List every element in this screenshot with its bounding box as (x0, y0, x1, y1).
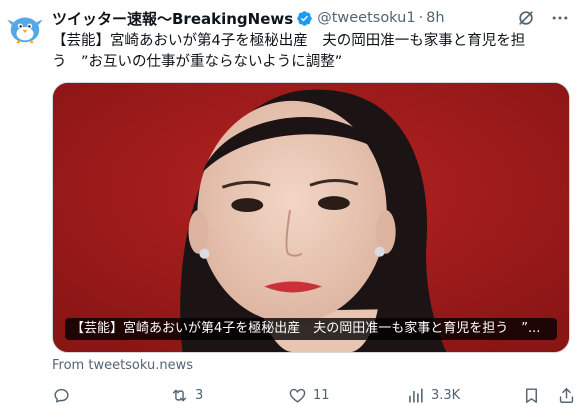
share-icon (559, 388, 574, 403)
blue-bird-avatar-icon (6, 8, 44, 46)
header-separator: · (418, 10, 424, 26)
media-caption: 【芸能】宮崎あおいが第4子を極秘出産 夫の岡田准一も家事と育児を担う ”... (65, 318, 557, 340)
share-button[interactable] (557, 386, 576, 405)
repost-button[interactable]: 3 (170, 386, 203, 405)
views-button[interactable]: 3.3K (406, 386, 460, 405)
bookmark-icon (526, 388, 537, 403)
like-button[interactable]: 11 (288, 386, 330, 405)
avatar[interactable] (6, 8, 44, 46)
verified-badge-icon[interactable] (296, 10, 313, 27)
display-name[interactable]: ツイッター速報〜BreakingNews (52, 8, 293, 29)
like-count: 11 (313, 388, 330, 403)
views-icon (409, 388, 423, 403)
media-photo (53, 83, 569, 352)
bookmark-button[interactable] (522, 386, 541, 405)
reply-icon (54, 388, 69, 403)
action-bar: 3 11 3.3K (52, 386, 574, 406)
link-source[interactable]: From tweetsoku.news (52, 358, 193, 373)
user-handle[interactable]: @tweetsoku1 (317, 10, 415, 26)
repost-count: 3 (195, 388, 204, 403)
timestamp[interactable]: 8h (426, 10, 444, 26)
more-options-icon[interactable] (550, 8, 570, 28)
heart-icon (289, 388, 306, 403)
tweet-text: 【芸能】宮崎あおいが第4子を極秘出産 夫の岡田准一も家事と育児を担う ”お互いの… (52, 33, 526, 70)
tweet-media[interactable]: 【芸能】宮崎あおいが第4子を極秘出産 夫の岡田准一も家事と育児を担う ”... (52, 82, 570, 353)
grok-icon[interactable] (516, 8, 536, 28)
tweet-header: ツイッター速報〜BreakingNews @tweetsoku1 · 8h (52, 8, 570, 28)
views-count: 3.3K (431, 388, 461, 403)
repost-icon (172, 389, 187, 402)
reply-button[interactable] (52, 386, 77, 405)
